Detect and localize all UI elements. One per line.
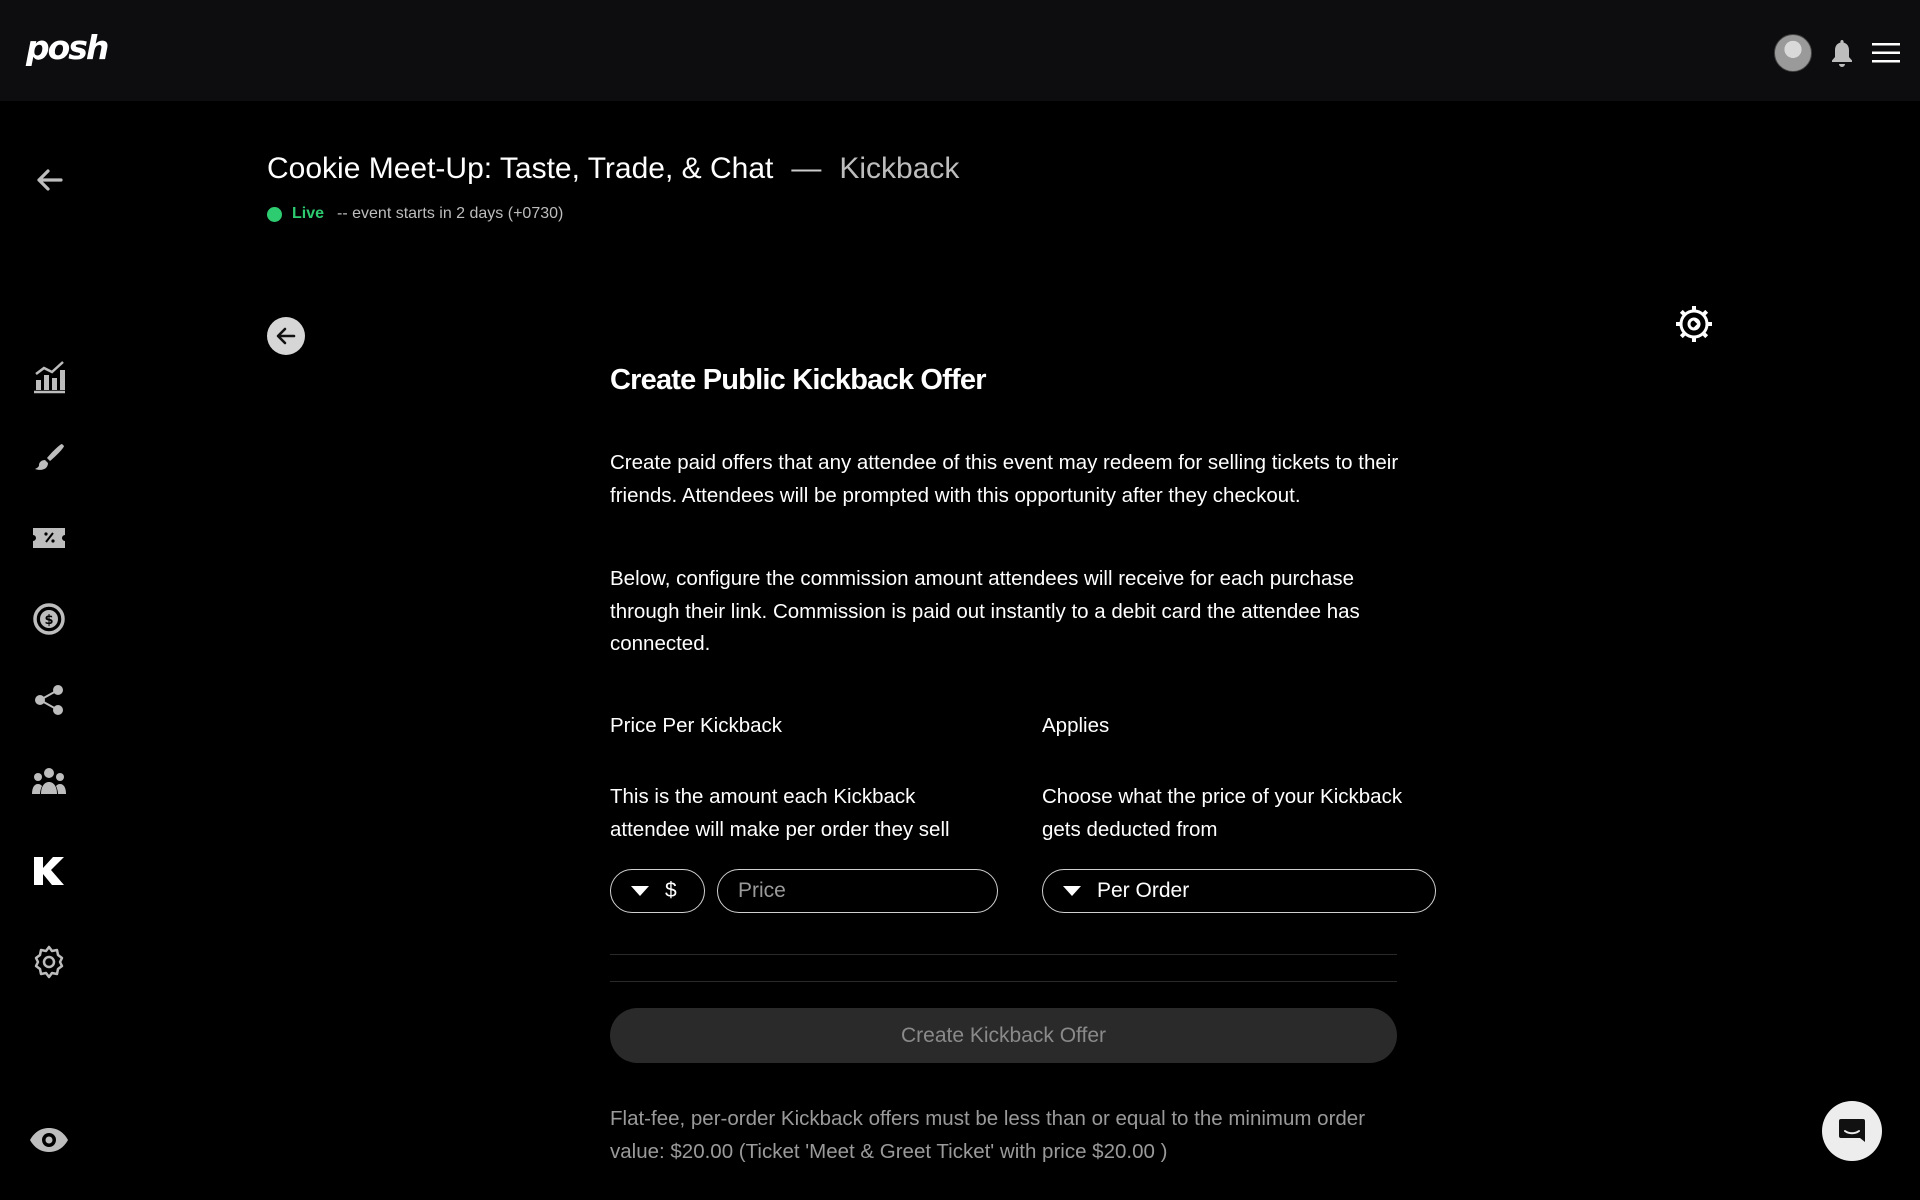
back-arrow-icon: [276, 327, 296, 345]
kickback-settings-button[interactable]: [1673, 303, 1715, 345]
top-right-actions: [1774, 34, 1900, 72]
gear-icon: [1676, 306, 1712, 342]
price-label: Price Per Kickback: [610, 714, 783, 737]
top-bar: posh: [0, 0, 1920, 101]
currency-value: $: [665, 879, 677, 902]
kickback-k-icon[interactable]: [28, 850, 70, 892]
paintbrush-icon[interactable]: [28, 436, 70, 478]
form-title: Create Public Kickback Offer: [610, 364, 987, 396]
avatar[interactable]: [1774, 34, 1812, 72]
applies-select[interactable]: Per Order: [1042, 869, 1436, 913]
svg-text:$: $: [44, 613, 53, 628]
back-button[interactable]: [267, 317, 305, 355]
divider: [610, 981, 1397, 982]
event-title: Cookie Meet-Up: Taste, Trade, & Chat: [267, 152, 774, 185]
live-dot-icon: [267, 206, 282, 222]
team-people-icon[interactable]: [28, 760, 70, 802]
chevron-down-icon: [631, 886, 649, 896]
price-input[interactable]: [717, 869, 998, 913]
sidebar: $: [0, 101, 100, 1200]
section-title: Kickback: [839, 152, 960, 185]
posh-logo[interactable]: posh: [26, 28, 109, 67]
create-kickback-offer-button[interactable]: Create Kickback Offer: [610, 1008, 1397, 1063]
back-arrow-icon[interactable]: [28, 159, 70, 201]
price-description: This is the amount each Kickback attende…: [610, 785, 950, 841]
title-separator: —: [791, 152, 822, 185]
referral-network-icon[interactable]: [28, 679, 70, 721]
page-title: Cookie Meet-Up: Taste, Trade, & Chat — Kic…: [267, 152, 959, 186]
currency-select[interactable]: $: [610, 869, 705, 913]
preview-eye-icon[interactable]: [28, 1119, 70, 1161]
finance-dollar-icon[interactable]: $: [28, 598, 70, 640]
chevron-down-icon: [1063, 886, 1081, 896]
status-detail: -- event starts in 2 days (+0730): [337, 205, 564, 222]
hamburger-menu-icon[interactable]: [1872, 42, 1900, 64]
chat-icon: [1839, 1119, 1865, 1142]
ticket-icon[interactable]: [28, 517, 70, 559]
applies-label: Applies: [1042, 714, 1110, 737]
event-status: Live -- event starts in 2 days (+0730): [267, 205, 563, 223]
instructions-text: Below, configure the commission amount a…: [610, 567, 1360, 655]
analytics-chart-icon[interactable]: [28, 356, 70, 398]
applies-value: Per Order: [1097, 879, 1190, 902]
support-chat-button[interactable]: [1822, 1101, 1882, 1161]
kickback-offer-form: Create Public Kickback Offer Create paid…: [610, 364, 1436, 1163]
bell-icon[interactable]: [1830, 38, 1854, 68]
minimum-order-note: Flat-fee, per-order Kickback offers must…: [610, 1107, 1366, 1163]
divider: [610, 954, 1397, 955]
status-badge: Live: [292, 205, 325, 222]
intro-text: Create paid offers that any attendee of …: [610, 451, 1399, 507]
applies-description: Choose what the price of your Kickback g…: [1042, 785, 1403, 841]
settings-gear-icon[interactable]: [28, 941, 70, 983]
